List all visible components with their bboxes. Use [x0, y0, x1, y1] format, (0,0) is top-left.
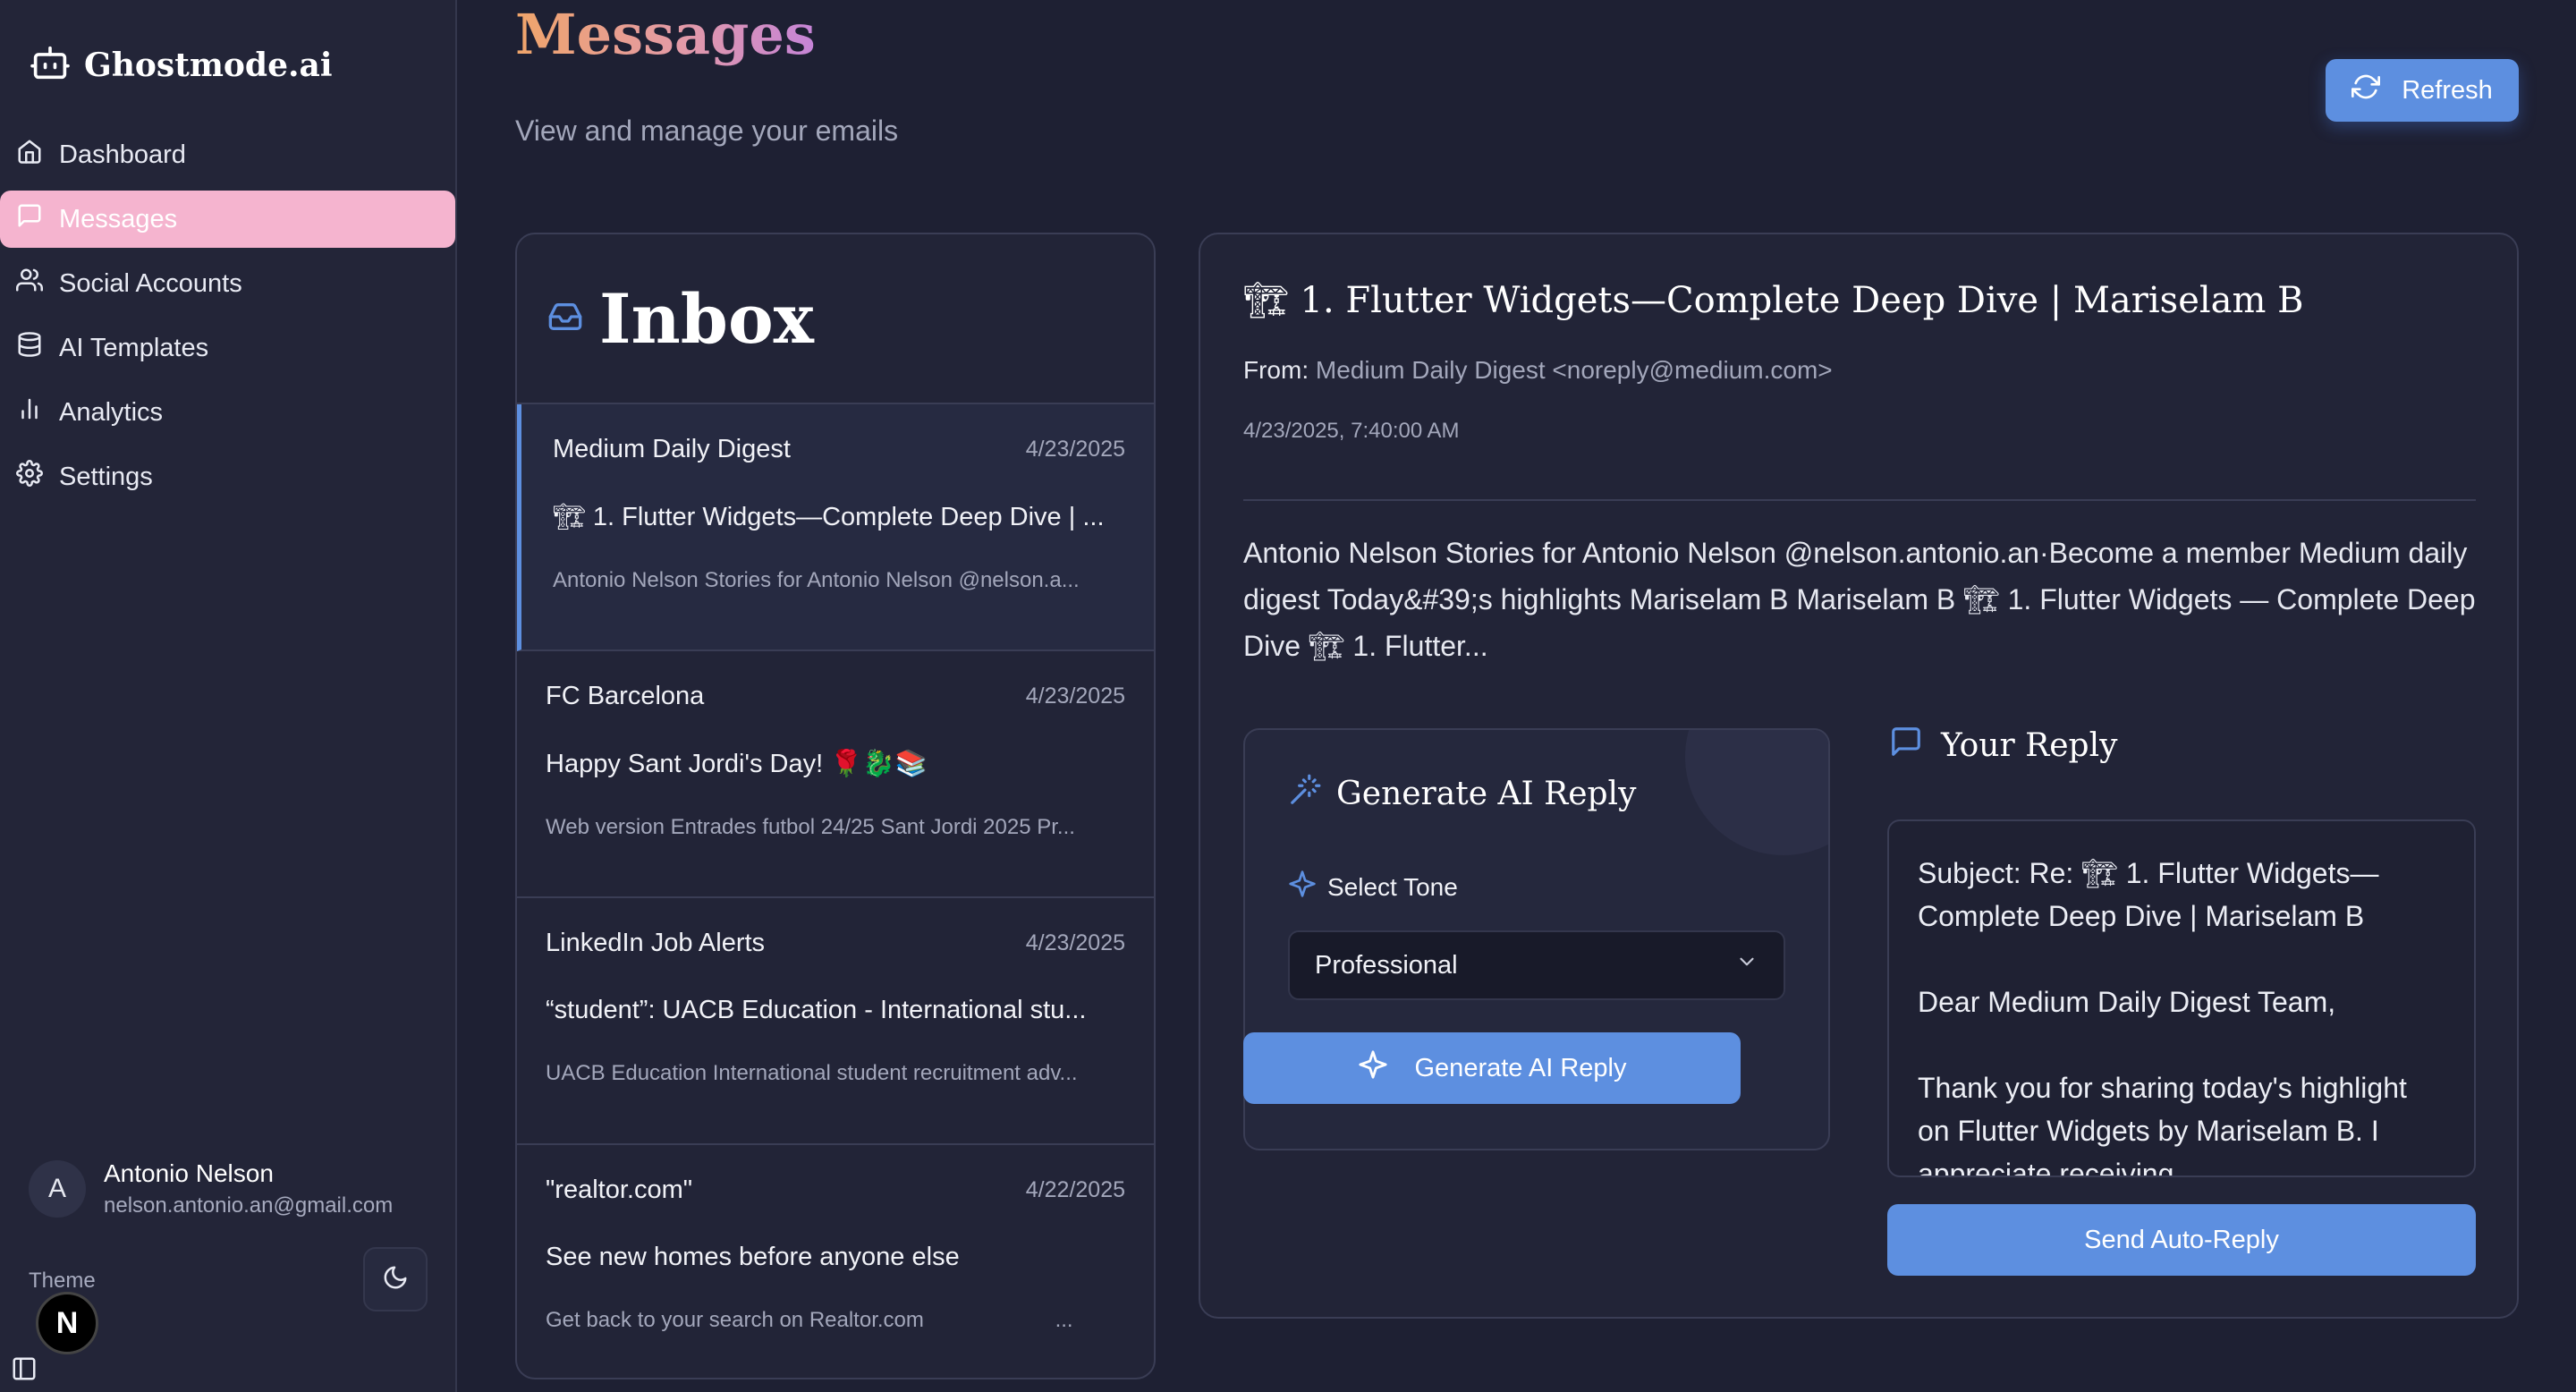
mail-date: 4/22/2025: [1025, 1177, 1125, 1202]
send-auto-reply-button[interactable]: Send Auto-Reply: [1887, 1204, 2476, 1276]
refresh-icon: [2351, 72, 2381, 108]
your-reply-title: Your Reply: [1889, 725, 2117, 767]
from-label: From:: [1243, 356, 1309, 384]
refresh-label: Refresh: [2402, 75, 2493, 105]
sidebar-item-label: Settings: [59, 462, 153, 491]
email-from: From: Medium Daily Digest <noreply@mediu…: [1243, 356, 1833, 385]
your-reply-heading: Your Reply: [1941, 727, 2118, 764]
tone-label-text: Select Tone: [1327, 872, 1458, 901]
mail-subject: “student”: UACB Education - Internationa…: [546, 996, 1087, 1024]
sidebar-item-label: AI Templates: [59, 333, 209, 362]
message-icon: [16, 202, 43, 236]
generate-reply-heading: Generate AI Reply: [1336, 776, 1637, 812]
user-email: nelson.antonio.an@gmail.com: [104, 1193, 394, 1218]
tone-label: Select Tone: [1288, 870, 1458, 904]
mail-subject: See new homes before anyone else: [546, 1243, 960, 1271]
sidebar-item-label: Messages: [59, 204, 178, 233]
generate-ai-reply-button[interactable]: Generate AI Reply: [1243, 1032, 1741, 1104]
tone-select[interactable]: Professional: [1288, 930, 1785, 1000]
generate-button-label: Generate AI Reply: [1414, 1053, 1627, 1082]
inbox-title: Inbox: [599, 278, 814, 359]
inbox-icon: [547, 299, 583, 339]
sidebar-item-label: Dashboard: [59, 140, 186, 169]
robot-icon: [30, 45, 70, 85]
magic-wand-icon: [1288, 773, 1322, 815]
sidebar-nav: Dashboard Messages Social Accounts AI Te…: [0, 126, 457, 513]
email-timestamp: 4/23/2025, 7:40:00 AM: [1243, 419, 1460, 443]
mail-sender: FC Barcelona: [546, 682, 705, 710]
reply-textarea[interactable]: Subject: Re: 🏗 1. Flutter Widgets—Comple…: [1887, 819, 2476, 1177]
users-icon: [16, 267, 43, 301]
sidebar-item-social-accounts[interactable]: Social Accounts: [0, 255, 457, 312]
avatar: A: [29, 1160, 86, 1218]
home-icon: [16, 138, 43, 172]
bar-chart-icon: [16, 395, 43, 429]
n-badge[interactable]: N: [36, 1292, 98, 1354]
email-subject: 🏗 1. Flutter Widgets—Complete Deep Dive …: [1243, 280, 2304, 321]
list-item[interactable]: Medium Daily Digest 4/23/2025 🏗 1. Flutt…: [517, 404, 1154, 651]
sparkles-icon: [1288, 870, 1317, 904]
gear-icon: [16, 460, 43, 494]
mail-preview: Get back to your search on Realtor.com .…: [546, 1308, 1073, 1332]
sidebar-item-ai-templates[interactable]: AI Templates: [0, 319, 457, 377]
list-item[interactable]: LinkedIn Job Alerts 4/23/2025 “student”:…: [517, 898, 1154, 1145]
email-body: Antonio Nelson Stories for Antonio Nelso…: [1243, 537, 2476, 662]
mail-sender: LinkedIn Job Alerts: [546, 929, 766, 957]
mail-date: 4/23/2025: [1025, 683, 1125, 709]
mail-date: 4/23/2025: [1025, 930, 1125, 955]
sidebar-item-messages[interactable]: Messages: [0, 191, 455, 248]
moon-icon: [382, 1264, 409, 1295]
email-detail-panel: 🏗 1. Flutter Widgets—Complete Deep Dive …: [1199, 233, 2519, 1319]
user-profile[interactable]: A Antonio Nelson nelson.antonio.an@gmail…: [29, 1159, 393, 1218]
sidebar-item-analytics[interactable]: Analytics: [0, 384, 457, 441]
mail-sender: Medium Daily Digest: [553, 435, 791, 463]
from-value: Medium Daily Digest <noreply@medium.com>: [1315, 356, 1833, 384]
theme-label: Theme: [29, 1269, 96, 1293]
inbox-header: Inbox: [517, 234, 1154, 404]
mail-date: 4/23/2025: [1025, 437, 1125, 462]
list-item[interactable]: "realtor.com" 4/22/2025 See new homes be…: [517, 1145, 1154, 1378]
mail-preview: Web version Entrades futbol 24/25 Sant J…: [546, 815, 1075, 839]
theme-toggle-button[interactable]: [363, 1247, 428, 1311]
user-name: Antonio Nelson: [104, 1159, 274, 1187]
brand[interactable]: Ghostmode.ai: [30, 45, 333, 85]
tone-value: Professional: [1315, 950, 1458, 980]
mail-subject: Happy Sant Jordi's Day! 🌹🐉📚: [546, 750, 928, 778]
refresh-button[interactable]: Refresh: [2326, 59, 2519, 122]
chevron-down-icon: [1735, 950, 1758, 980]
mail-subject: 🏗 1. Flutter Widgets—Complete Deep Dive …: [553, 503, 1105, 531]
sidebar-item-dashboard[interactable]: Dashboard: [0, 126, 457, 183]
database-icon: [16, 331, 43, 365]
mail-preview: UACB Education International student rec…: [546, 1061, 1078, 1085]
page-title: Messages: [515, 2, 816, 67]
list-item[interactable]: FC Barcelona 4/23/2025 Happy Sant Jordi'…: [517, 651, 1154, 898]
mail-sender: "realtor.com": [546, 1176, 693, 1204]
mail-preview: Antonio Nelson Stories for Antonio Nelso…: [553, 568, 1080, 592]
page-subtitle: View and manage your emails: [515, 115, 899, 147]
generate-reply-title: Generate AI Reply: [1288, 773, 1636, 815]
brand-title: Ghostmode.ai: [84, 46, 333, 84]
sidebar-toggle-icon[interactable]: [11, 1355, 38, 1387]
sparkles-icon: [1358, 1049, 1388, 1087]
inbox-panel: Inbox Medium Daily Digest 4/23/2025 🏗 1.…: [515, 233, 1156, 1379]
sidebar: Ghostmode.ai Dashboard Messages Social A…: [0, 0, 457, 1392]
divider: [1243, 499, 2476, 501]
sidebar-item-label: Social Accounts: [59, 268, 242, 298]
sidebar-item-settings[interactable]: Settings: [0, 448, 457, 505]
sidebar-item-label: Analytics: [59, 397, 164, 427]
message-icon: [1889, 725, 1923, 767]
decorative-glow: [1685, 730, 1828, 855]
